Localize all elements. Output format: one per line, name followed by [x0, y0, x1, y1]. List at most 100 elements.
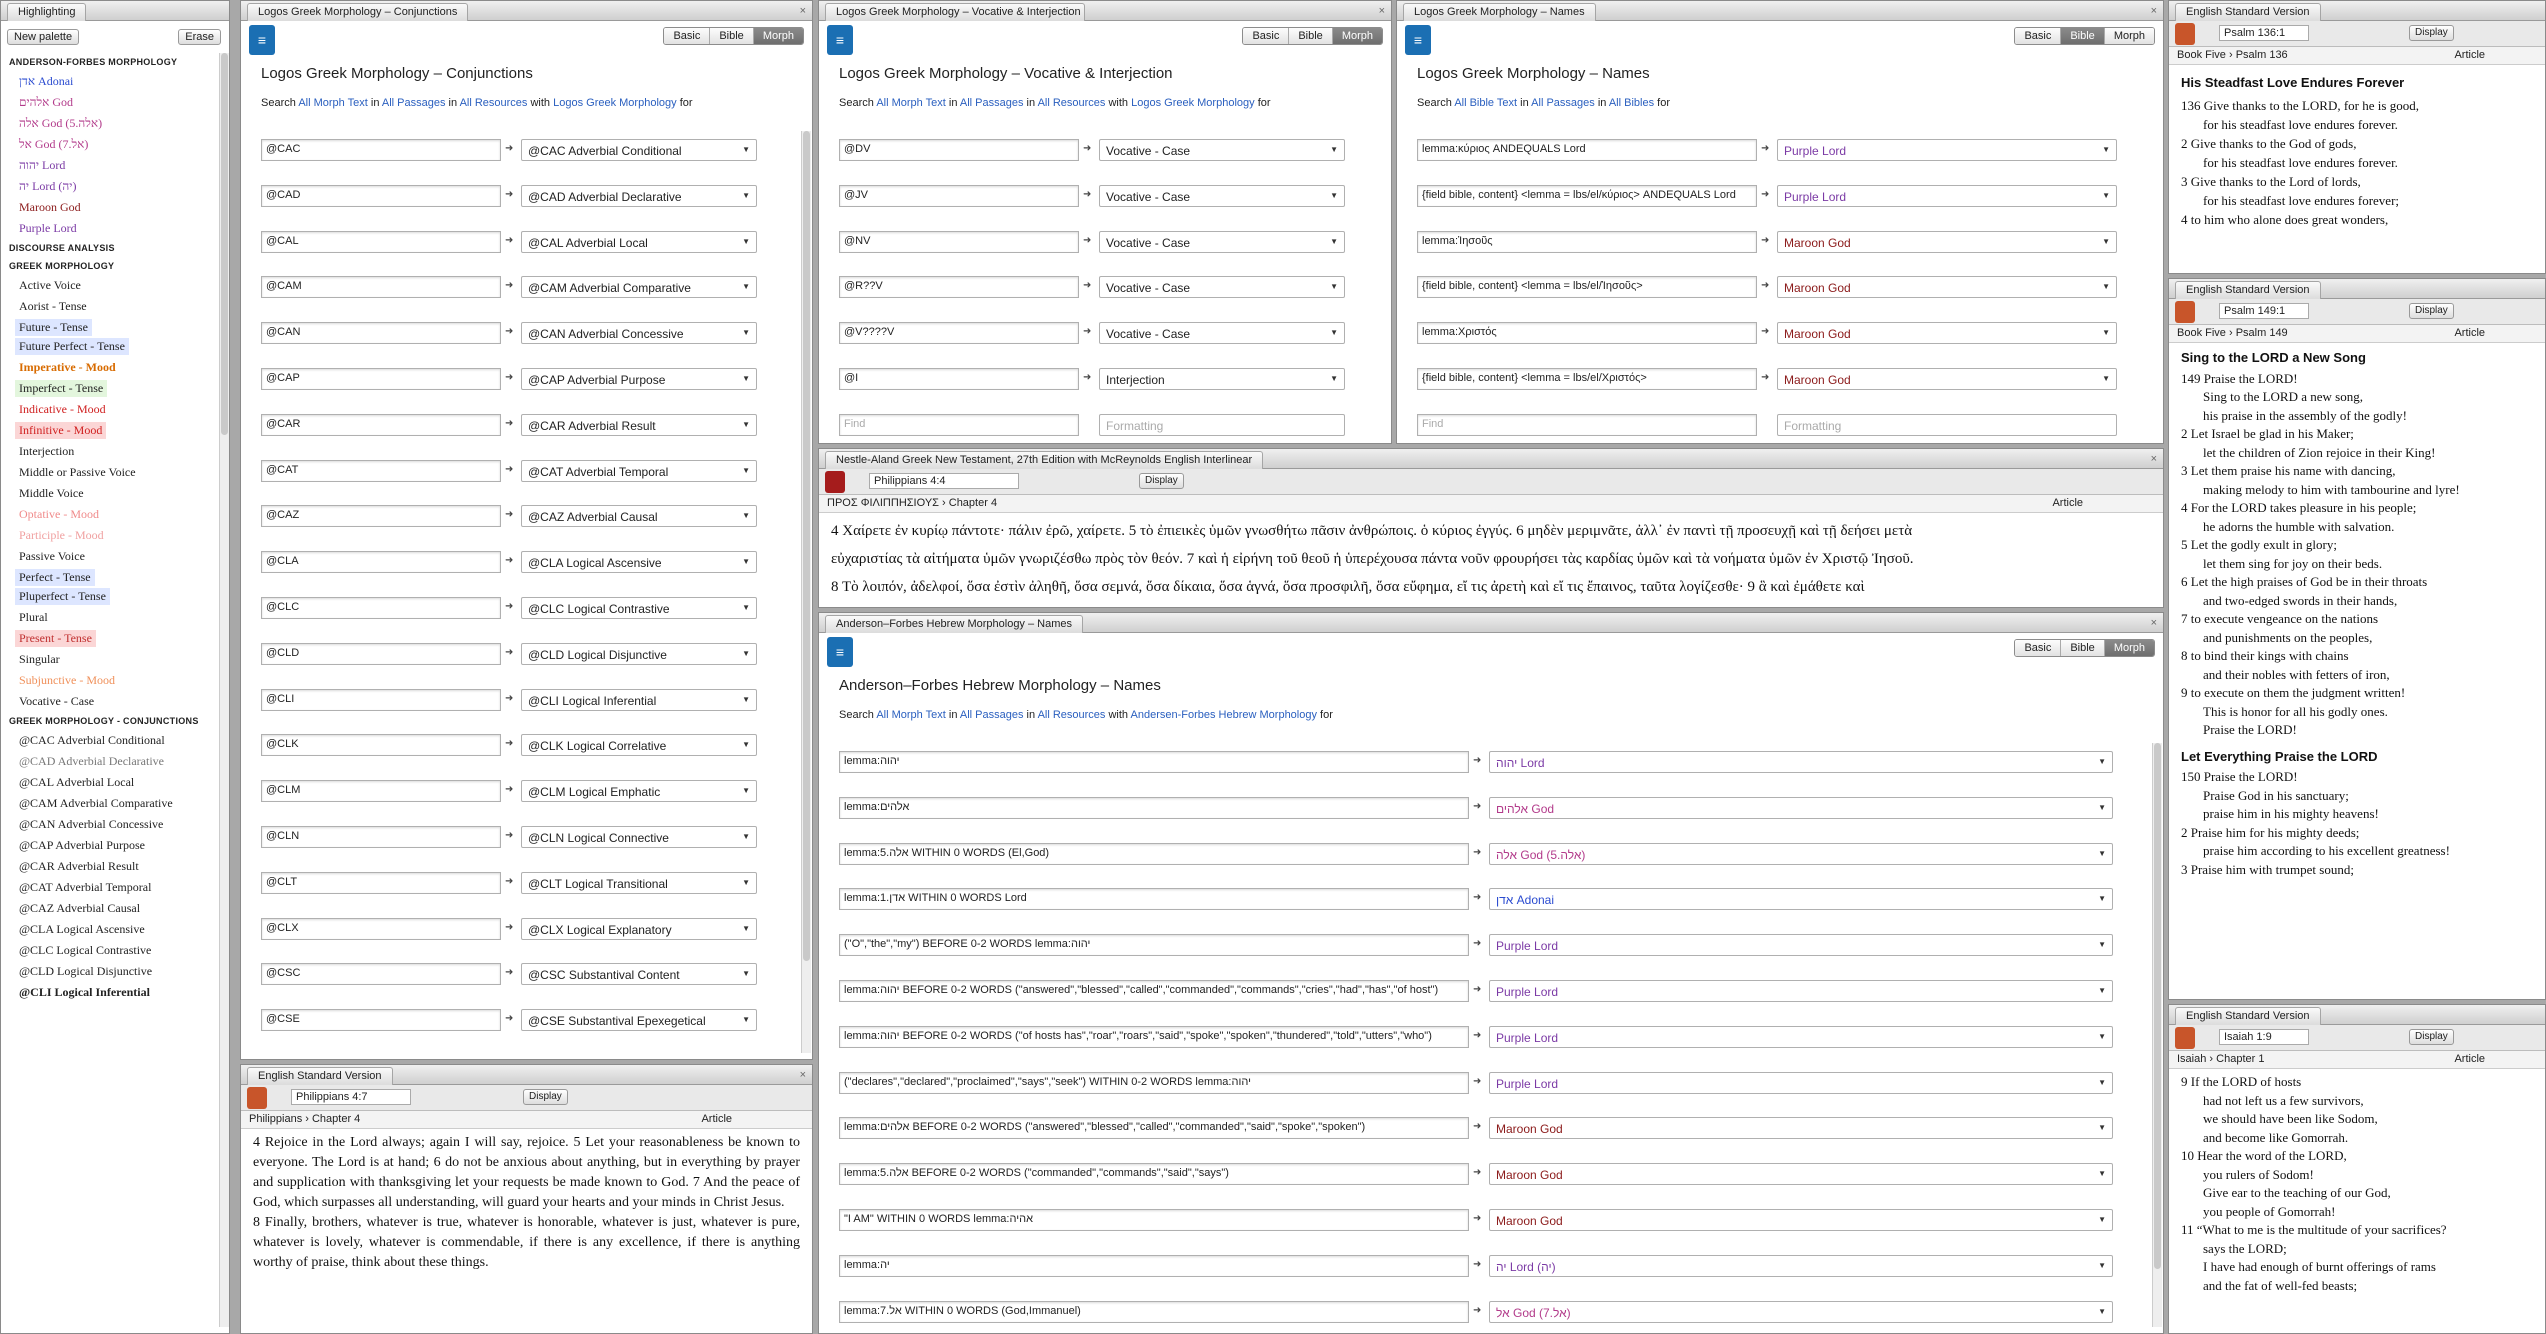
- style-select[interactable]: Vocative - Case ▼: [1099, 184, 1345, 207]
- tab-na27[interactable]: Nestle-Aland Greek New Testament, 27th E…: [825, 450, 1264, 469]
- style-select[interactable]: אלה God (5.אלה) ▼: [1489, 842, 2113, 865]
- style-select[interactable]: @CAN Adverbial Concessive ▼: [521, 322, 757, 345]
- style-select[interactable]: Purple Lord ▼: [1489, 1071, 2113, 1094]
- morph-mode-button[interactable]: Morph: [753, 28, 803, 44]
- palette-item[interactable]: Middle Voice: [1, 483, 219, 504]
- palette-item[interactable]: יהוה Lord: [1, 155, 219, 176]
- reference-box[interactable]: Isaiah 1:9: [2219, 1029, 2309, 1045]
- style-select[interactable]: Purple Lord ▼: [1489, 1025, 2113, 1048]
- palette-item[interactable]: @CAN Adverbial Concessive: [1, 814, 219, 835]
- palette-item[interactable]: Vocative - Case: [1, 691, 219, 712]
- query-input[interactable]: @CLC: [261, 597, 501, 619]
- query-input[interactable]: lemma:יה: [839, 1254, 1469, 1277]
- formatting-select[interactable]: Formatting: [1099, 413, 1345, 436]
- hebrew-scrollbar[interactable]: [2152, 743, 2162, 1327]
- view-select[interactable]: Article: [2454, 327, 2485, 339]
- query-input[interactable]: {field bible, content} <lemma = lbs/el/Ἰ…: [1417, 276, 1757, 299]
- style-select[interactable]: @CLI Logical Inferential ▼: [521, 688, 757, 711]
- section-header[interactable]: ANDERSON-FORBES MORPHOLOGY: [1, 53, 219, 71]
- palette-item[interactable]: Infinitive - Mood: [15, 422, 107, 439]
- chapter-name[interactable]: Chapter 1: [2216, 1053, 2264, 1065]
- query-input[interactable]: @NV: [839, 230, 1079, 253]
- query-input[interactable]: lemma:7.אל WITHIN 0 WORDS (God,Immanuel): [839, 1300, 1469, 1323]
- query-input[interactable]: lemma:יהוה: [839, 751, 1469, 773]
- style-select[interactable]: @CAC Adverbial Conditional ▼: [521, 139, 757, 161]
- reference-box[interactable]: Philippians 4:7: [291, 1089, 411, 1105]
- query-input[interactable]: @R??V: [839, 276, 1079, 299]
- palette-item[interactable]: Participle - Mood: [1, 525, 219, 546]
- query-input[interactable]: @JV: [839, 184, 1079, 207]
- display-button[interactable]: Display: [523, 1089, 568, 1105]
- close-icon[interactable]: ×: [800, 1069, 806, 1081]
- tab-hebrew-names[interactable]: Anderson–Forbes Hebrew Morphology – Name…: [825, 614, 1084, 633]
- style-select[interactable]: Interjection ▼: [1099, 368, 1345, 390]
- reference-box[interactable]: Psalm 136:1: [2219, 25, 2309, 41]
- palette-item[interactable]: אלה God (5.אלה): [1, 113, 219, 134]
- view-select[interactable]: Article: [701, 1113, 732, 1125]
- search-option-link[interactable]: All Bibles: [1609, 97, 1654, 109]
- book-name[interactable]: Book Five: [2177, 49, 2226, 61]
- chapter-name[interactable]: Psalm 136: [2236, 49, 2288, 61]
- palette-item[interactable]: Future Perfect - Tense: [15, 338, 129, 355]
- style-select[interactable]: Maroon God ▼: [1489, 1209, 2113, 1231]
- palette-item[interactable]: Future - Tense: [15, 319, 92, 336]
- query-input[interactable]: @CLD: [261, 642, 501, 665]
- palette-item[interactable]: Aorist - Tense: [1, 296, 219, 317]
- bible-mode-button[interactable]: Bible: [710, 28, 754, 44]
- chapter-name[interactable]: Chapter 4: [949, 497, 997, 509]
- style-select[interactable]: @CLK Logical Correlative ▼: [521, 734, 757, 757]
- palette-item[interactable]: @CAC Adverbial Conditional: [1, 730, 219, 751]
- book-name[interactable]: Philippians: [249, 1113, 302, 1125]
- tab-highlighting[interactable]: Highlighting: [7, 2, 87, 21]
- palette-item[interactable]: @CLD Logical Disjunctive: [1, 961, 219, 982]
- query-input[interactable]: @CLA: [261, 551, 501, 574]
- query-input[interactable]: "I AM" WITHIN 0 WORDS lemma:אהיה: [839, 1209, 1469, 1231]
- style-select[interactable]: @CAT Adverbial Temporal ▼: [521, 459, 757, 482]
- style-select[interactable]: @CLX Logical Explanatory ▼: [521, 917, 757, 940]
- basic-mode-button[interactable]: Basic: [664, 28, 711, 44]
- query-input[interactable]: @CAZ: [261, 505, 501, 528]
- view-select[interactable]: Article: [2454, 1053, 2485, 1065]
- tab-esv[interactable]: English Standard Version: [2175, 1006, 2321, 1025]
- style-select[interactable]: Vocative - Case ▼: [1099, 139, 1345, 161]
- tab-esv[interactable]: English Standard Version: [247, 1066, 393, 1085]
- query-input[interactable]: @V????V: [839, 322, 1079, 345]
- close-icon[interactable]: ×: [2151, 5, 2157, 17]
- query-input[interactable]: @CLT: [261, 871, 501, 894]
- query-input[interactable]: @CAM: [261, 276, 501, 299]
- palette-item[interactable]: אל God (7.אל): [1, 134, 219, 155]
- style-select[interactable]: @CLA Logical Ascensive ▼: [521, 551, 757, 574]
- morph-mode-button[interactable]: Morph: [2104, 28, 2154, 44]
- formatting-select[interactable]: Formatting: [1777, 413, 2117, 436]
- find-input[interactable]: Find: [1417, 413, 1757, 436]
- tab-esv[interactable]: English Standard Version: [2175, 2, 2321, 21]
- style-select[interactable]: אלהים God ▼: [1489, 796, 2113, 819]
- find-input[interactable]: Find: [839, 413, 1079, 436]
- view-select[interactable]: Article: [2052, 497, 2083, 509]
- morph-mode-button[interactable]: Morph: [1332, 28, 1382, 44]
- query-input[interactable]: lemma:5.אלה WITHIN 0 WORDS (El,God): [839, 842, 1469, 865]
- palette-item[interactable]: Optative - Mood: [1, 504, 219, 525]
- palette-item[interactable]: יה Lord (יה): [1, 176, 219, 197]
- search-option-link[interactable]: All Morph Text: [876, 709, 946, 721]
- display-button[interactable]: Display: [2409, 303, 2454, 319]
- chapter-name[interactable]: Psalm 149: [2236, 327, 2288, 339]
- style-select[interactable]: Vocative - Case ▼: [1099, 230, 1345, 253]
- search-option-link[interactable]: All Passages: [960, 709, 1024, 721]
- palette-item[interactable]: Active Voice: [1, 275, 219, 296]
- palette-item[interactable]: @CAD Adverbial Declarative: [1, 751, 219, 772]
- query-input[interactable]: {field bible, content} <lemma = lbs/el/Χ…: [1417, 368, 1757, 390]
- query-input[interactable]: lemma:5.אלה BEFORE 0-2 WORDS ("commanded…: [839, 1163, 1469, 1186]
- style-select[interactable]: @CSE Substantival Epexegetical ▼: [521, 1009, 757, 1032]
- palette-item[interactable]: @CAT Adverbial Temporal: [1, 877, 219, 898]
- palette-item[interactable]: Subjunctive - Mood: [1, 670, 219, 691]
- palette-item[interactable]: @CAL Adverbial Local: [1, 772, 219, 793]
- palette-item[interactable]: @CLC Logical Contrastive: [1, 940, 219, 961]
- style-select[interactable]: @CLN Logical Connective ▼: [521, 826, 757, 848]
- basic-mode-button[interactable]: Basic: [2015, 28, 2062, 44]
- palette-item[interactable]: @CAM Adverbial Comparative: [1, 793, 219, 814]
- style-select[interactable]: @CAR Adverbial Result ▼: [521, 413, 757, 436]
- palette-item[interactable]: Pluperfect - Tense: [15, 588, 110, 605]
- palette-item[interactable]: @CAR Adverbial Result: [1, 856, 219, 877]
- search-option-link[interactable]: All Passages: [1531, 97, 1595, 109]
